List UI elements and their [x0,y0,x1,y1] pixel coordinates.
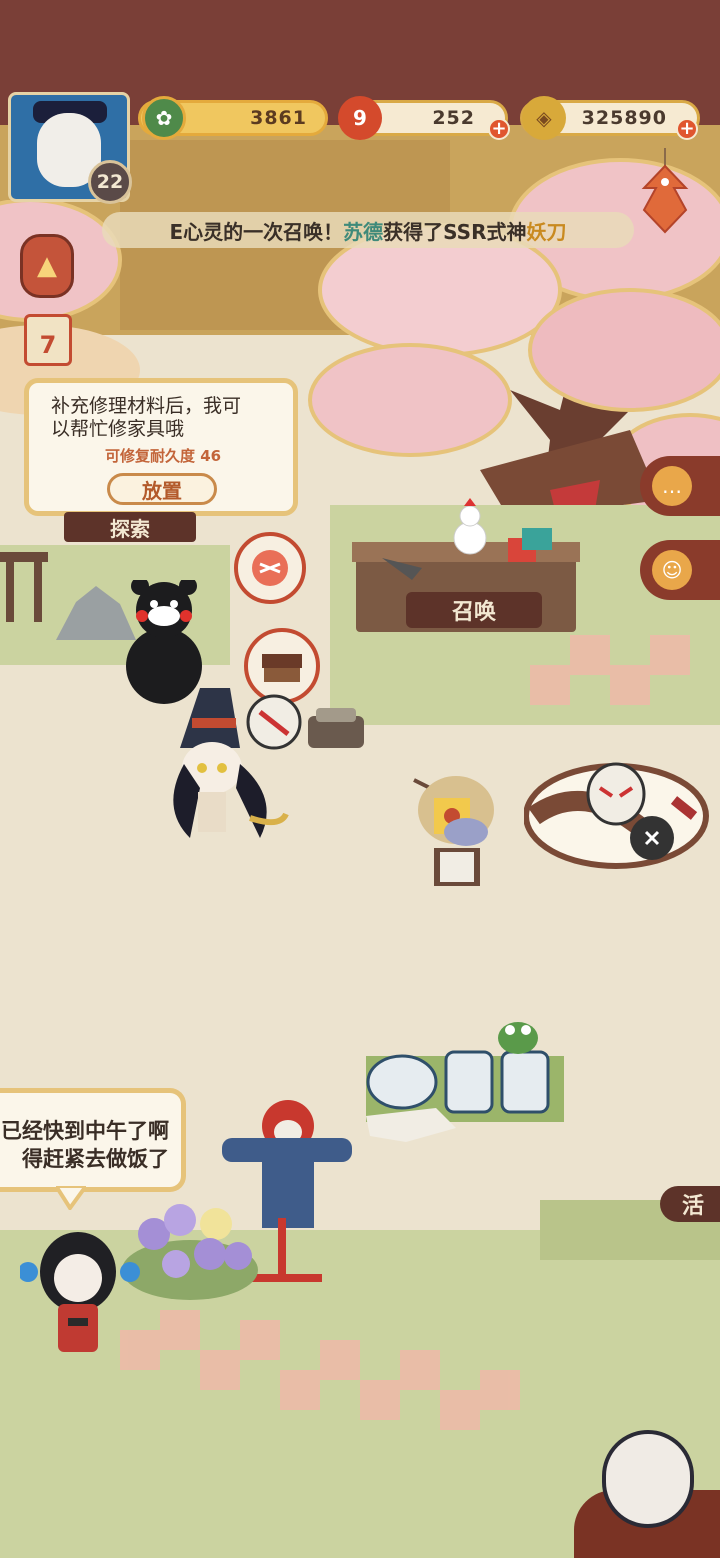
add-summon-stone-button[interactable]: + [488,118,510,140]
shikigami-character-tall-hat[interactable] [140,688,290,848]
summon-label[interactable]: 召唤 [406,592,542,628]
magatama-icon: 9 [338,96,382,140]
wooden-gate [0,552,48,622]
item-bubble-daruma[interactable] [230,532,310,612]
pink-diamond-pattern [120,1310,520,1430]
npc-girl-kimono[interactable] [20,1228,140,1358]
repair-durability: 可修复耐久度 46 [51,445,275,466]
add-coins-button[interactable]: + [676,118,698,140]
summon-announcement-ticker: E心灵的一次召唤！ 苏德 获得了SSR式神 妖刀 [102,212,634,248]
durability-value: 46 [200,447,222,465]
player-level-badge: 22 [88,160,132,204]
doll-icon: ☺ [652,550,692,590]
ticker-prefix: E心灵的一次召唤！ [169,219,344,244]
calendar-icon[interactable]: 7 [24,314,72,366]
courtyard-scene: 22 3861 ✿ 252 9 + 325890 ◈ + E心灵的一次召唤！ 苏… [0,0,720,1558]
doll-button[interactable]: ☺ [640,540,720,600]
flower-bush [122,1204,258,1300]
chat-icon: … [652,466,692,506]
gold-coin-icon: ◈ [522,96,566,140]
shikigami-portrait-icon [602,1430,694,1528]
mask-table[interactable] [524,740,710,870]
wooden-box [308,708,364,748]
bubble-tail [56,1186,86,1210]
arrow-up-lantern-icon[interactable]: ▲ [20,234,74,298]
ticker-shikigami: 妖刀 [526,219,567,244]
shikigami-portrait-button[interactable] [574,1430,720,1558]
chat-button[interactable]: … [640,456,720,516]
npc-speech-bubble: 已经快到中午了啊 得赶紧去做饭了 [0,1088,186,1192]
carp-streamer-icon[interactable] [640,148,690,236]
repair-dialog-bubble: 补充修理材料后，我可 以帮忙修家具哦 可修复耐久度 46 放置 [24,378,298,516]
pine-jade-icon: ✿ [142,96,186,140]
ticker-middle: 获得了SSR式神 [383,219,527,244]
ticker-player-name: 苏德 [343,219,384,244]
shikigami-character-mask[interactable] [404,760,514,890]
activity-label[interactable]: 活 [660,1186,720,1222]
durability-label: 可修复耐久度 [104,447,195,465]
explore-label[interactable]: 探索 [64,512,196,542]
repair-dialog-text: 补充修理材料后，我可 以帮忙修家具哦 [51,395,242,440]
place-button[interactable]: 放置 [107,473,217,505]
drums-with-frog[interactable] [366,1016,566,1146]
